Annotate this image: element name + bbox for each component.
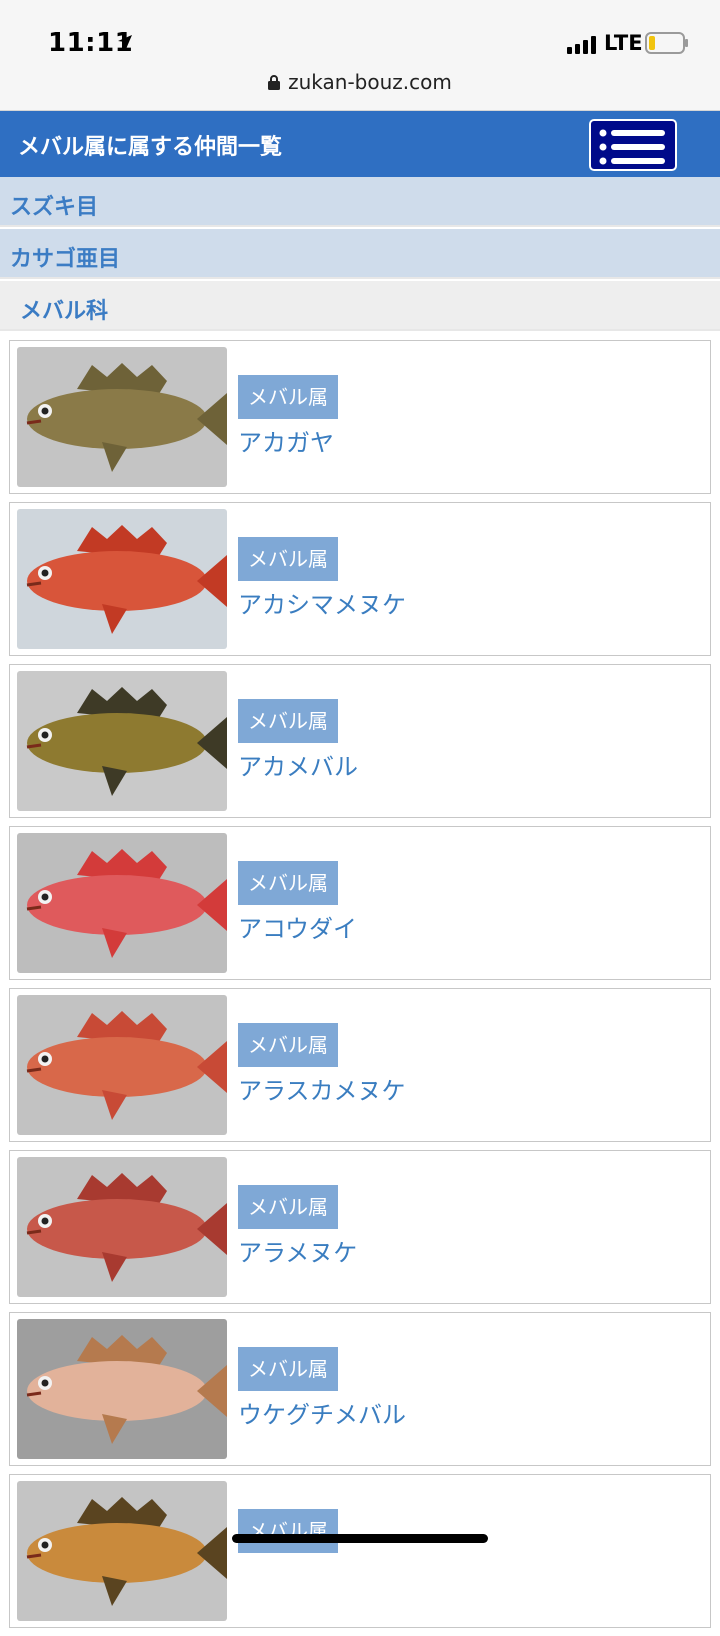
fish-photo: [17, 347, 227, 487]
genus-tag[interactable]: メバル属: [238, 861, 338, 905]
address-bar[interactable]: zukan-bouz.com: [0, 70, 720, 94]
breadcrumb-order[interactable]: スズキ目: [0, 177, 720, 227]
fish-photo: [17, 1481, 227, 1621]
home-indicator: [232, 1534, 488, 1543]
genus-tag[interactable]: メバル属: [238, 1023, 338, 1067]
breadcrumb-label: カサゴ亜目: [10, 247, 121, 272]
species-name[interactable]: アラメヌケ: [238, 1233, 357, 1268]
species-name[interactable]: アコウダイ: [238, 909, 357, 944]
species-name[interactable]: アカメバル: [238, 747, 358, 782]
location-arrow-icon: [118, 35, 132, 49]
fish-photo: [17, 995, 227, 1135]
genus-tag[interactable]: メバル属: [238, 1347, 338, 1391]
species-card[interactable]: メバル属 アカガヤ: [9, 340, 711, 494]
species-card[interactable]: メバル属 アラメヌケ: [9, 1150, 711, 1304]
fish-photo: [17, 1319, 227, 1459]
battery-icon: [645, 32, 688, 54]
breadcrumb-suborder[interactable]: カサゴ亜目: [0, 229, 720, 279]
network-type: LTE: [604, 31, 643, 55]
genus-tag[interactable]: メバル属: [238, 375, 338, 419]
status-bar: 11:11 LTE zukan-bouz.com: [0, 0, 720, 111]
url-text: zukan-bouz.com: [288, 70, 452, 94]
fish-photo: [17, 1157, 227, 1297]
fish-photo: [17, 509, 227, 649]
fish-photo: [17, 671, 227, 811]
species-name[interactable]: アカガヤ: [238, 423, 334, 458]
species-name[interactable]: アラスカメヌケ: [238, 1071, 406, 1106]
page-title: メバル属に属する仲間一覧: [18, 135, 283, 160]
breadcrumb-label: メバル科: [20, 299, 109, 324]
species-card[interactable]: メバル属アカシマメヌケ: [9, 502, 711, 656]
species-card[interactable]: メバル属アラスカメヌケ: [9, 988, 711, 1142]
list-menu-icon: [599, 129, 665, 165]
genus-tag[interactable]: メバル属: [238, 699, 338, 743]
genus-tag[interactable]: メバル属: [238, 537, 338, 581]
species-card[interactable]: メバル属ウケグチメバル: [9, 1312, 711, 1466]
menu-button[interactable]: [589, 119, 677, 171]
signal-bars-icon: [567, 36, 596, 54]
species-card[interactable]: メバル属 アカメバル: [9, 664, 711, 818]
species-name[interactable]: ウケグチメバル: [238, 1395, 406, 1430]
species-name[interactable]: アカシマメヌケ: [238, 585, 406, 620]
lock-icon: [268, 75, 281, 90]
species-card[interactable]: メバル属 アコウダイ: [9, 826, 711, 980]
breadcrumb-label: スズキ目: [10, 195, 99, 220]
fish-photo: [17, 833, 227, 973]
breadcrumb-family[interactable]: メバル科: [0, 281, 720, 331]
species-card[interactable]: メバル属: [9, 1474, 711, 1628]
genus-tag[interactable]: メバル属: [238, 1509, 338, 1553]
genus-tag[interactable]: メバル属: [238, 1185, 338, 1229]
species-list: メバル属 アカガヤ メバル属 アカシマメヌケ メバル属 アカメバル メバル属 アコウダイ メバル…: [9, 340, 711, 1636]
